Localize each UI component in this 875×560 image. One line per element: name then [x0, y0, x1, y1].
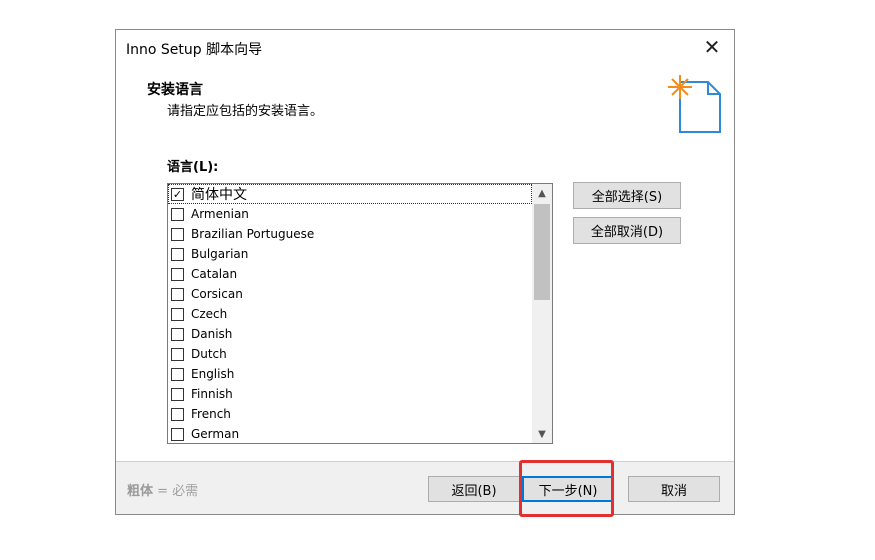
language-item-label: 简体中文 — [191, 187, 247, 203]
language-checkbox[interactable] — [171, 307, 184, 321]
language-item-label: French — [191, 407, 231, 421]
language-item-label: Brazilian Portuguese — [191, 227, 315, 241]
language-item-label: English — [191, 367, 235, 381]
close-button[interactable]: ✕ — [690, 30, 734, 64]
language-checkbox[interactable] — [171, 387, 184, 401]
language-item-label: Armenian — [191, 207, 249, 221]
vertical-scrollbar[interactable]: ▲ ▼ — [532, 184, 552, 443]
language-list-item[interactable]: Bulgarian — [168, 244, 532, 264]
language-list-item[interactable]: French — [168, 404, 532, 424]
language-item-label: Bulgarian — [191, 247, 249, 261]
language-list-items: ✓ 简体中文 Armenian Brazilian Portuguese Bulgari… — [168, 184, 532, 443]
title-bar: Inno Setup 脚本向导 ✕ — [116, 30, 734, 68]
next-button-highlight — [519, 460, 614, 517]
language-checkbox[interactable] — [171, 207, 184, 221]
language-list-item[interactable]: ✓ 简体中文 — [168, 184, 532, 204]
language-list-item[interactable]: Catalan — [168, 264, 532, 284]
language-list-label: 语言(L): — [167, 160, 219, 175]
language-list-item[interactable]: Czech — [168, 304, 532, 324]
page-title: 安装语言 — [147, 82, 203, 98]
scroll-up-arrow-icon[interactable]: ▲ — [532, 184, 552, 202]
window-title: Inno Setup 脚本向导 — [126, 42, 263, 58]
required-legend: 粗体 = 必需 — [127, 480, 198, 499]
language-listbox[interactable]: ✓ 简体中文 Armenian Brazilian Portuguese Bulgari… — [167, 183, 553, 444]
wizard-window: Inno Setup 脚本向导 ✕ 安装语言 请指定应包括的安装语言。 语言(L… — [115, 29, 735, 515]
language-checkbox[interactable] — [171, 407, 184, 421]
language-checkbox[interactable] — [171, 347, 184, 361]
language-checkbox[interactable] — [171, 427, 184, 441]
language-item-label: Czech — [191, 307, 228, 321]
language-item-label: Dutch — [191, 347, 227, 361]
language-list-item[interactable]: English — [168, 364, 532, 384]
language-list-item[interactable]: Armenian — [168, 204, 532, 224]
language-list-item[interactable]: Danish — [168, 324, 532, 344]
page-subtitle: 请指定应包括的安装语言。 — [167, 104, 324, 119]
new-file-wizard-icon — [668, 75, 721, 133]
select-all-button[interactable]: 全部选择(S) — [573, 182, 681, 209]
language-list-item[interactable]: Corsican — [168, 284, 532, 304]
language-checkbox[interactable] — [171, 287, 184, 301]
language-item-label: Catalan — [191, 267, 238, 281]
scroll-thumb[interactable] — [534, 204, 550, 300]
language-checkbox[interactable]: ✓ — [171, 187, 184, 201]
language-checkbox[interactable] — [171, 247, 184, 261]
footer-bar: 粗体 = 必需 返回(B) 下一步(N) 取消 — [116, 462, 734, 514]
language-checkbox[interactable] — [171, 327, 184, 341]
language-list-item[interactable]: Finnish — [168, 384, 532, 404]
language-checkbox[interactable] — [171, 267, 184, 281]
language-item-label: Danish — [191, 327, 233, 341]
required-legend-bold: 粗体 — [127, 484, 154, 499]
language-list-item[interactable]: German — [168, 424, 532, 443]
language-list-item[interactable]: Dutch — [168, 344, 532, 364]
back-button[interactable]: 返回(B) — [428, 476, 520, 502]
scroll-down-arrow-icon[interactable]: ▼ — [532, 425, 552, 443]
language-item-label: Corsican — [191, 287, 243, 301]
language-checkbox[interactable] — [171, 367, 184, 381]
language-list-item[interactable]: Brazilian Portuguese — [168, 224, 532, 244]
close-icon: ✕ — [703, 35, 721, 59]
language-item-label: Finnish — [191, 387, 233, 401]
required-legend-text: = 必需 — [153, 484, 199, 499]
deselect-all-button[interactable]: 全部取消(D) — [573, 217, 681, 244]
language-checkbox[interactable] — [171, 227, 184, 241]
cancel-button[interactable]: 取消 — [628, 476, 720, 502]
language-item-label: German — [191, 427, 240, 441]
